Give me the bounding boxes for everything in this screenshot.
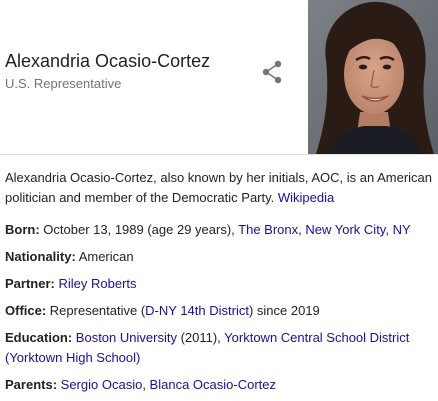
education-link-bu[interactable]: Boston University bbox=[76, 330, 177, 345]
parents-sep-2: , bbox=[142, 377, 150, 392]
entity-title: Alexandria Ocasio-Cortez bbox=[5, 51, 211, 71]
fact-education: Education: Boston University (2011), Yor… bbox=[5, 328, 433, 368]
entity-subtitle: U.S. Representative bbox=[5, 76, 122, 91]
nationality-value: American bbox=[75, 249, 134, 264]
share-button[interactable] bbox=[258, 58, 286, 86]
office-text-before: Representative ( bbox=[46, 303, 146, 318]
office-district-link[interactable]: D-NY 14th District bbox=[145, 303, 249, 318]
panel-header: Alexandria Ocasio-Cortez U.S. Representa… bbox=[0, 0, 438, 154]
fact-office: Office: Representative (D-NY 14th Distri… bbox=[5, 301, 433, 321]
fact-partner: Partner: Riley Roberts bbox=[5, 274, 433, 294]
fact-label-born: Born: bbox=[5, 222, 40, 237]
born-date-text: October 13, 1989 (age 29 years), bbox=[39, 222, 239, 237]
born-place-link-ny[interactable]: NY bbox=[393, 222, 411, 237]
wikipedia-link[interactable]: Wikipedia bbox=[278, 190, 334, 205]
header-divider bbox=[0, 154, 438, 155]
panel-body: Alexandria Ocasio-Cortez, also known by … bbox=[5, 168, 433, 395]
fact-label-office: Office: bbox=[5, 303, 47, 318]
parent-link-mother[interactable]: Blanca Ocasio-Cortez bbox=[150, 377, 276, 392]
fact-label-partner: Partner: bbox=[5, 276, 55, 291]
fact-label-education: Education: bbox=[5, 330, 73, 345]
fact-label-nationality: Nationality: bbox=[5, 249, 76, 264]
born-place-link-nyc[interactable]: New York City bbox=[305, 222, 385, 237]
parent-link-father[interactable]: Sergio Ocasio bbox=[61, 377, 143, 392]
fact-label-parents: Parents: bbox=[5, 377, 58, 392]
share-icon bbox=[262, 60, 282, 84]
fact-born: Born: October 13, 1989 (age 29 years), T… bbox=[5, 220, 433, 240]
portrait-image bbox=[308, 0, 438, 154]
office-text-after: ) since 2019 bbox=[248, 303, 320, 318]
fact-parents: Parents: Sergio Ocasio, Blanca Ocasio-Co… bbox=[5, 375, 433, 395]
education-text-mid: (2011), bbox=[176, 330, 225, 345]
entity-description: Alexandria Ocasio-Cortez, also known by … bbox=[5, 168, 433, 208]
knowledge-panel: Alexandria Ocasio-Cortez U.S. Representa… bbox=[0, 0, 438, 401]
entity-photo[interactable] bbox=[308, 0, 438, 154]
description-text: Alexandria Ocasio-Cortez, also known by … bbox=[5, 170, 433, 205]
fact-nationality: Nationality: American bbox=[5, 247, 433, 267]
partner-link[interactable]: Riley Roberts bbox=[58, 276, 136, 291]
born-sep-2: , bbox=[385, 222, 393, 237]
born-place-link-bronx[interactable]: The Bronx bbox=[238, 222, 298, 237]
